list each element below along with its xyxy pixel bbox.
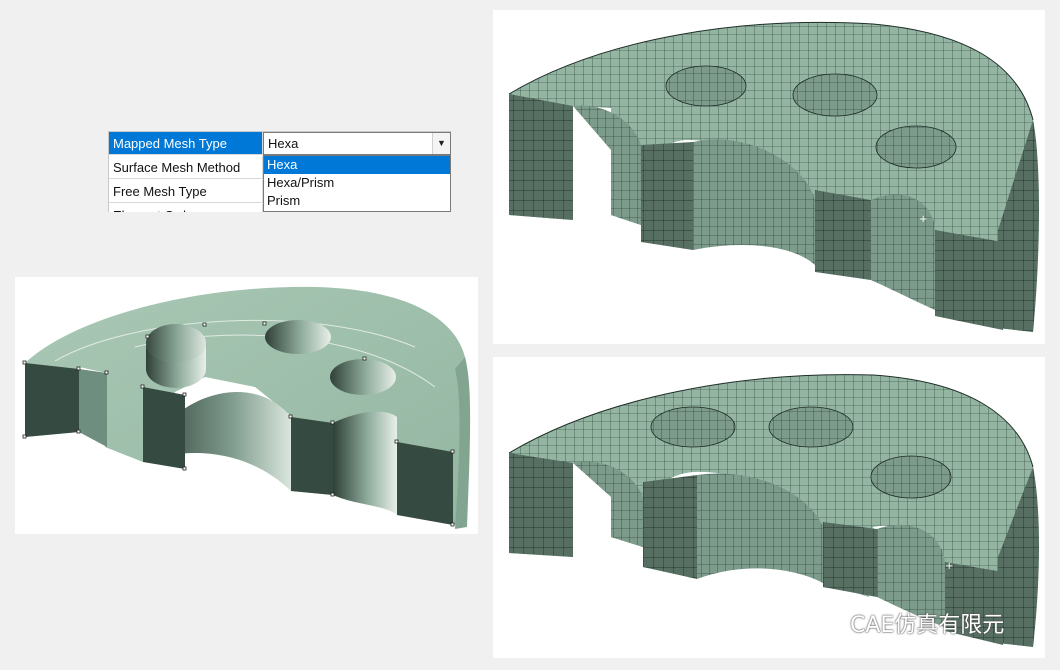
hexa-mesh-model: + [508,21,1039,332]
mesh-properties-panel: Mapped Mesh Type Surface Mesh Method Fre… [108,131,451,212]
chevron-down-icon[interactable]: ▼ [432,133,450,154]
option-hexa-prism[interactable]: Hexa/Prism [264,174,450,192]
prop-free-mesh-type[interactable]: Free Mesh Type [109,180,263,203]
option-hexa[interactable]: Hexa [264,156,450,174]
prop-mapped-mesh-type[interactable]: Mapped Mesh Type [109,132,263,155]
geometry-model [22,286,471,529]
combo-value: Hexa [268,136,299,151]
svg-text:+: + [919,214,927,225]
geometry-viewport[interactable] [15,277,478,534]
option-prism[interactable]: Prism [264,192,450,210]
prop-element-order[interactable]: Element Order [109,204,263,212]
watermark: CAE仿真有限元 [812,608,1004,638]
hexa-mesh-viewport-top[interactable]: + [493,10,1045,344]
svg-text:+: + [945,561,953,572]
prop-surface-mesh-method[interactable]: Surface Mesh Method [109,156,263,179]
watermark-text: CAE仿真有限元 [850,613,1005,638]
wechat-icon [813,612,842,634]
mesh-type-dropdown: Hexa Hexa/Prism Prism [263,155,451,212]
mapped-mesh-type-combo[interactable]: Hexa ▼ [263,132,451,155]
